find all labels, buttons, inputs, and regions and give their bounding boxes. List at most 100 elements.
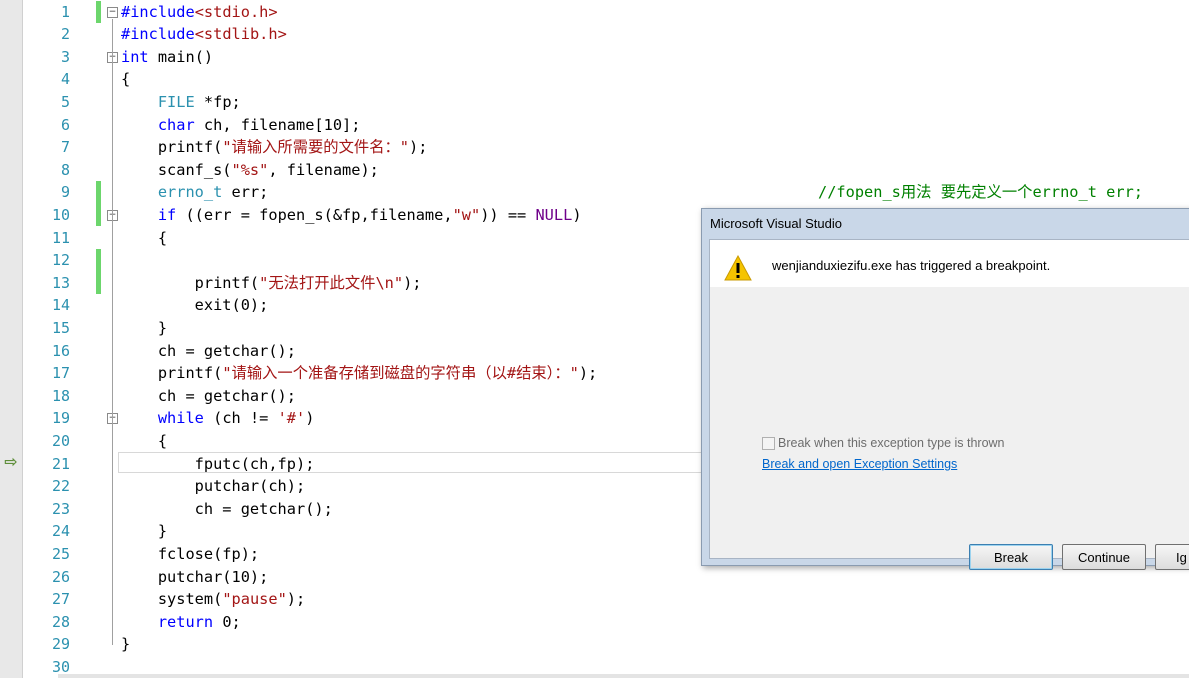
code-text: } <box>121 520 167 543</box>
code-token: #include <box>121 2 195 21</box>
code-text: printf("无法打开此文件\n"); <box>121 272 422 295</box>
code-text: putchar(10); <box>121 566 269 589</box>
line-number: 25 <box>51 544 70 563</box>
code-line[interactable]: 1 #include<stdio.h> − <box>22 0 1189 24</box>
line-number: 5 <box>60 92 70 111</box>
code-token: } <box>121 522 168 541</box>
code-token: errno_t <box>157 183 223 202</box>
line-number: 26 <box>51 567 70 586</box>
code-token: 0; <box>213 612 241 631</box>
code-token: fclose(fp); <box>121 544 260 563</box>
change-indicator <box>96 271 101 295</box>
line-number: 21 <box>51 454 70 473</box>
code-text: char ch, filename[10]; <box>121 114 361 137</box>
code-token: "请输入所需要的文件名：" <box>222 138 409 157</box>
code-token: { <box>121 228 168 247</box>
line-number: 3 <box>60 47 70 66</box>
line-number: 11 <box>51 228 70 247</box>
change-indicator <box>96 181 101 204</box>
indicator-margin[interactable]: ⇨ <box>0 0 23 678</box>
code-token: ); <box>578 364 598 383</box>
code-token: } <box>121 318 168 337</box>
horizontal-scrollbar[interactable] <box>58 674 1189 678</box>
code-token: )) == <box>480 205 536 224</box>
dialog-message: wenjianduxiezifu.exe has triggered a bre… <box>772 258 1051 273</box>
warning-icon <box>724 255 752 281</box>
code-token: { <box>121 431 168 450</box>
code-text: printf("请输入一个准备存储到磁盘的字符串（以#结束）："); <box>121 362 597 385</box>
code-token: putchar(ch); <box>121 477 306 496</box>
code-token: *fp; <box>194 92 241 111</box>
execution-pointer-icon: ⇨ <box>4 452 18 471</box>
code-line[interactable]: 8 scanf_s("%s", filename); <box>22 159 1189 182</box>
code-token: ); <box>286 590 306 609</box>
line-number: 22 <box>51 477 70 496</box>
code-token: if <box>157 205 177 224</box>
code-line[interactable]: 4{ <box>22 68 1189 91</box>
code-text: printf("请输入所需要的文件名："); <box>121 136 428 159</box>
code-token: putchar(10); <box>121 567 269 586</box>
collapse-toggle-icon[interactable]: − <box>107 6 118 18</box>
line-number: 2 <box>60 25 70 44</box>
line-number: 18 <box>51 386 70 405</box>
code-line[interactable]: 7 printf("请输入所需要的文件名："); <box>22 136 1189 159</box>
code-text: putchar(ch); <box>121 475 306 498</box>
code-line[interactable]: 28 return 0; <box>22 611 1189 634</box>
code-token: ch = getchar(); <box>121 341 296 360</box>
code-token: } <box>121 635 131 654</box>
line-number: 16 <box>51 341 70 360</box>
code-line[interactable]: 6 char ch, filename[10]; <box>22 114 1189 137</box>
code-token: { <box>121 70 131 89</box>
break-on-exception-checkbox[interactable] <box>762 437 775 450</box>
continue-button[interactable]: Continue <box>1062 544 1146 570</box>
code-text: int main() <box>121 46 213 69</box>
line-number: 6 <box>60 115 70 134</box>
code-text: FILE *fp; <box>121 91 241 114</box>
code-token: "pause" <box>222 590 287 609</box>
code-text: #include<stdio.h> <box>121 1 278 24</box>
line-number: 27 <box>51 590 70 609</box>
code-comment: //fopen_s用法 要先定义一个errno_t err; <box>818 183 1143 201</box>
line-number: 29 <box>51 635 70 654</box>
code-text: if ((err = fopen_s(&fp,filename,"w")) ==… <box>121 204 582 227</box>
code-text: while (ch != '#') <box>121 407 315 430</box>
code-token: main() <box>148 47 214 66</box>
code-line[interactable]: 2 #include<stdlib.h> <box>22 23 1189 46</box>
code-token: NULL <box>535 205 573 224</box>
code-text: return 0; <box>121 611 241 634</box>
line-number: 4 <box>60 70 70 89</box>
code-token: "请输入一个准备存储到磁盘的字符串（以#结束）：" <box>222 364 579 383</box>
code-token: "w" <box>452 205 481 224</box>
code-token: ch = getchar(); <box>121 499 333 518</box>
code-token: system( <box>121 590 223 609</box>
outline-guide <box>112 221 113 329</box>
line-number: 13 <box>51 273 70 292</box>
code-text: exit(0); <box>121 294 269 317</box>
dialog-title: Microsoft Visual Studio <box>710 216 842 231</box>
code-token: return <box>157 612 214 631</box>
code-token: ); <box>403 273 422 292</box>
code-line[interactable]: 27 system("pause"); <box>22 588 1189 611</box>
exception-settings-link[interactable]: Break and open Exception Settings <box>762 457 957 471</box>
code-token: #include <box>121 25 195 44</box>
line-number: 14 <box>51 296 70 315</box>
ignore-button[interactable]: Ig <box>1155 544 1189 570</box>
code-line[interactable]: 29} <box>22 633 1189 656</box>
code-text: system("pause"); <box>121 588 305 611</box>
code-line[interactable]: 5 FILE *fp; <box>22 91 1189 114</box>
code-line[interactable]: 3int main()− <box>22 46 1189 69</box>
change-indicator <box>96 0 101 24</box>
break-button[interactable]: Break <box>969 544 1053 570</box>
code-token: FILE <box>157 92 195 111</box>
code-token: while <box>157 409 204 428</box>
code-token: (ch != <box>203 409 278 428</box>
code-token: <stdio.h> <box>194 2 278 21</box>
code-token: "%s" <box>231 160 269 179</box>
line-number: 12 <box>51 251 70 270</box>
